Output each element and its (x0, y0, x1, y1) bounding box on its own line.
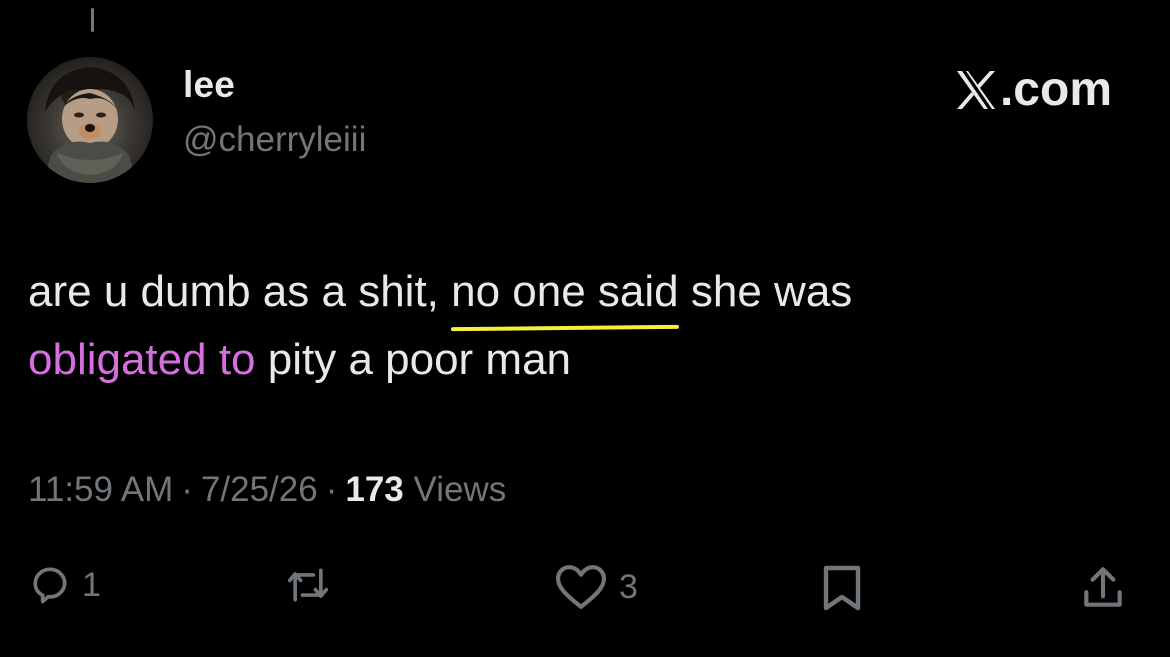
tweet-text: are u dumb as a shit, no one said she wa… (22, 258, 1138, 404)
like-count: 3 (619, 567, 638, 606)
bookmark-icon (820, 563, 864, 613)
x-logo-icon (954, 68, 998, 112)
reply-button[interactable]: 1 (28, 563, 101, 607)
brand-watermark: .com (954, 62, 1112, 117)
author-handle[interactable]: @cherryleiii (183, 120, 366, 160)
tweet-text-part-3: pity a poor man (255, 335, 572, 384)
tweet-text-part-2: she was (678, 267, 853, 316)
highlighted-phrase: obligated to (22, 322, 262, 404)
heart-icon (553, 563, 609, 611)
repost-button[interactable] (284, 563, 342, 607)
views-label: Views (413, 470, 507, 509)
separator-dot: · (181, 470, 193, 509)
avatar-image (43, 67, 137, 183)
tweet-time[interactable]: 11:59 AM (28, 470, 173, 509)
views-count: 173 (345, 470, 404, 509)
share-icon (1076, 563, 1130, 613)
separator-dot: · (325, 470, 338, 509)
tweet-text-part-1: are u dumb as a shit, (28, 267, 452, 316)
like-button[interactable]: 3 (553, 563, 638, 611)
underlined-phrase: no one said (451, 258, 679, 326)
repost-icon (284, 563, 332, 607)
avatar[interactable] (27, 57, 153, 183)
reply-count: 1 (82, 565, 101, 604)
tweet-meta: 11:59 AM · 7/25/26 · 173 Views (28, 470, 506, 510)
tweet-date[interactable]: 7/25/26 (201, 470, 318, 509)
brand-domain-text: .com (999, 63, 1112, 116)
author-name[interactable]: lee (183, 64, 235, 106)
share-button[interactable] (1076, 563, 1130, 613)
reply-icon (28, 563, 72, 607)
bookmark-button[interactable] (820, 563, 864, 613)
thread-connector-line (91, 8, 94, 32)
